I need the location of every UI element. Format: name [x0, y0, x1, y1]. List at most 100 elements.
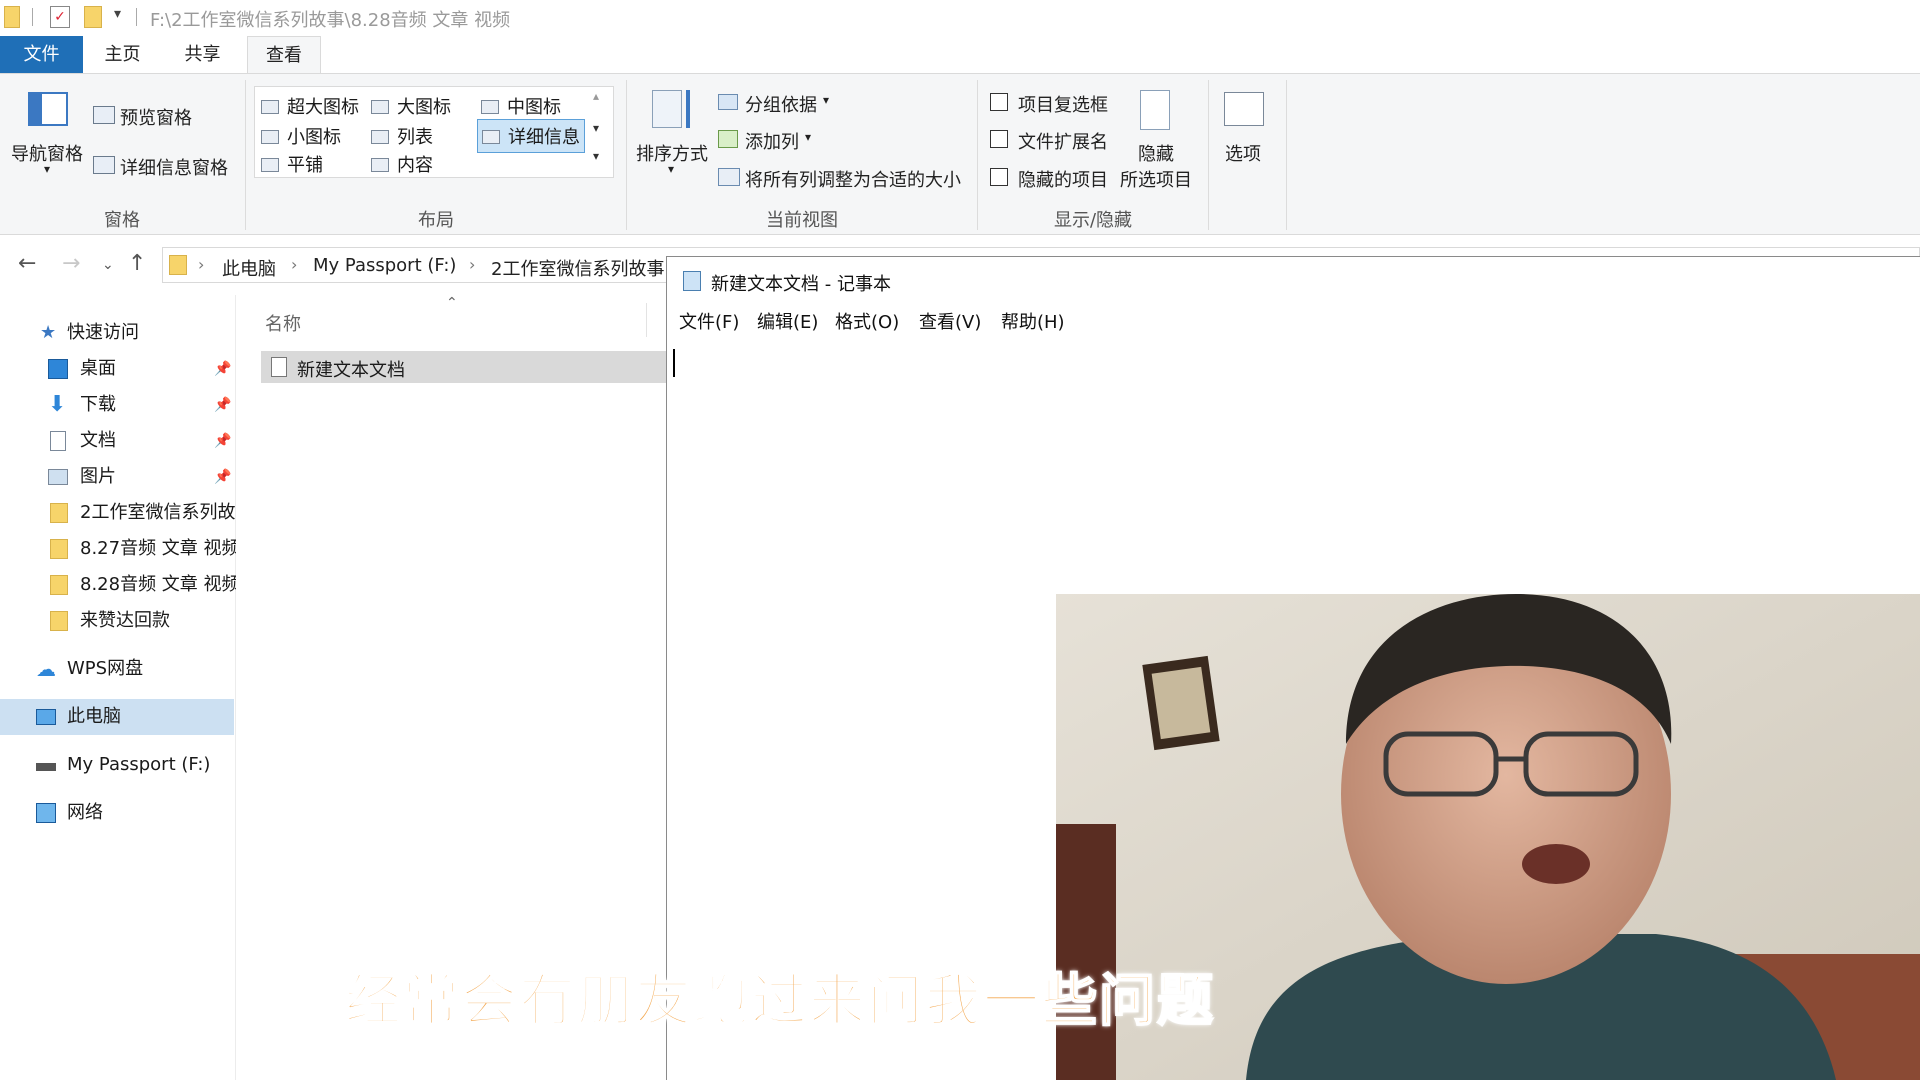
group-title-layout: 布局: [418, 210, 454, 231]
file-extensions-checkbox[interactable]: [990, 130, 1008, 148]
notepad-title: 新建文本文档 - 记事本: [711, 274, 891, 295]
column-header-name[interactable]: 名称: [265, 310, 301, 336]
star-icon: ★: [40, 322, 57, 343]
text-file-icon: [271, 357, 287, 377]
item-checkboxes-checkbox[interactable]: [990, 93, 1008, 111]
layout-medium-icons[interactable]: 中图标: [481, 93, 561, 119]
layout-extra-large-icons[interactable]: 超大图标: [261, 93, 359, 119]
preview-pane-button[interactable]: 预览窗格: [120, 104, 192, 130]
table-row[interactable]: 新建文本文档: [261, 351, 666, 383]
add-columns-icon: [718, 130, 738, 148]
list-icon: [371, 130, 389, 144]
gallery-scroll-down-icon[interactable]: ▾: [593, 121, 599, 135]
document-icon: [50, 431, 66, 451]
tab-home[interactable]: 主页: [90, 36, 155, 73]
notepad-icon: [683, 271, 701, 291]
forward-arrow-icon[interactable]: →: [62, 251, 80, 276]
divider: [32, 8, 33, 26]
add-columns-button[interactable]: 添加列: [745, 128, 799, 154]
menu-help[interactable]: 帮助(H): [1001, 308, 1065, 334]
divider: [1286, 80, 1287, 230]
menu-edit[interactable]: 编辑(E): [757, 308, 818, 334]
preview-pane-icon: [93, 106, 115, 124]
pin-icon: 📌: [214, 361, 232, 377]
tab-file[interactable]: 文件: [0, 36, 83, 73]
recent-locations-icon[interactable]: ⌄: [102, 257, 114, 273]
breadcrumb-folder[interactable]: 2工作室微信系列故事: [491, 255, 664, 281]
breadcrumb-separator[interactable]: ›: [291, 255, 297, 274]
picture-icon: [48, 469, 68, 485]
size-all-columns-button[interactable]: 将所有列调整为合适的大小: [745, 166, 961, 192]
column-divider[interactable]: [646, 303, 647, 337]
medium-icons-icon: [481, 100, 499, 114]
sidebar-item-folder[interactable]: 8.28音频 文章 视频: [0, 567, 240, 603]
sidebar-this-pc[interactable]: 此电脑: [0, 699, 234, 735]
options-button[interactable]: 选项: [1225, 140, 1261, 166]
gallery-expand-icon[interactable]: ▾: [593, 149, 599, 163]
menu-file[interactable]: 文件(F): [679, 308, 739, 334]
layout-gallery: 超大图标 大图标 中图标 小图标 列表 详细信息 平铺 内容 ▴ ▾ ▾: [254, 86, 614, 178]
hide-selected-label-1[interactable]: 隐藏: [1138, 140, 1174, 166]
window-title-bar: ✓ ▾ F:\2工作室微信系列故事\8.28音频 文章 视频: [0, 0, 1920, 36]
details-pane-icon: [93, 156, 115, 174]
sidebar-network[interactable]: 网络: [0, 795, 234, 831]
divider: [1208, 80, 1209, 230]
layout-tiles[interactable]: 平铺: [261, 151, 323, 177]
layout-details[interactable]: 详细信息: [477, 119, 585, 153]
layout-large-icons[interactable]: 大图标: [371, 93, 451, 119]
hide-selected-label-2[interactable]: 所选项目: [1120, 166, 1192, 192]
extra-large-icons-icon: [261, 100, 279, 114]
sidebar-wps-cloud[interactable]: ☁ WPS网盘: [0, 651, 234, 687]
breadcrumb-this-pc[interactable]: 此电脑: [222, 255, 276, 281]
network-icon: [36, 803, 56, 823]
group-title-show-hide: 显示/隐藏: [1053, 210, 1133, 231]
tab-share[interactable]: 共享: [170, 36, 235, 73]
menu-format[interactable]: 格式(O): [835, 308, 899, 334]
menu-bar: 文件(F) 编辑(E) 格式(O) 查看(V) 帮助(H): [667, 302, 1920, 336]
sidebar-item-documents[interactable]: 文档 📌: [0, 423, 234, 459]
customize-toolbar-icon[interactable]: ▾: [114, 6, 121, 22]
sidebar-item-downloads[interactable]: ⬇ 下载 📌: [0, 387, 234, 423]
video-subtitle: 经常会有朋友跑过来问我一些问题: [344, 968, 1215, 1035]
properties-icon[interactable]: ✓: [50, 6, 70, 28]
folder-icon: [169, 255, 187, 275]
menu-view[interactable]: 查看(V): [919, 308, 981, 334]
layout-list[interactable]: 列表: [371, 123, 433, 149]
group-by-icon: [718, 94, 738, 110]
back-arrow-icon[interactable]: ←: [18, 251, 36, 276]
hide-selected-icon[interactable]: [1140, 90, 1170, 130]
sidebar-quick-access[interactable]: ★ 快速访问: [0, 315, 234, 351]
chevron-down-icon[interactable]: ▾: [805, 130, 811, 144]
layout-small-icons[interactable]: 小图标: [261, 123, 341, 149]
layout-content[interactable]: 内容: [371, 151, 433, 177]
gallery-scroll-up-icon[interactable]: ▴: [593, 89, 599, 103]
hidden-items-label: 隐藏的项目: [1018, 170, 1108, 191]
details-pane-button[interactable]: 详细信息窗格: [120, 154, 228, 180]
sidebar-item-folder[interactable]: 来赞达回款: [0, 603, 234, 639]
new-folder-icon[interactable]: [84, 6, 102, 28]
chevron-down-icon[interactable]: ▾: [823, 93, 829, 107]
sidebar-item-folder[interactable]: 8.27音频 文章 视频: [0, 531, 240, 567]
item-checkboxes-label: 项目复选框: [1018, 95, 1108, 116]
chevron-down-icon[interactable]: ▾: [44, 162, 50, 176]
computer-icon: [36, 709, 56, 725]
size-columns-icon: [718, 168, 740, 186]
pin-icon: 📌: [214, 397, 232, 413]
sidebar-item-desktop[interactable]: 桌面 📌: [0, 351, 234, 387]
up-arrow-icon[interactable]: ↑: [128, 251, 146, 276]
sidebar-drive[interactable]: My Passport (F:): [0, 747, 234, 783]
hidden-items-checkbox[interactable]: [990, 168, 1008, 186]
options-icon[interactable]: [1224, 92, 1264, 126]
tab-view[interactable]: 查看: [247, 36, 321, 73]
sidebar-item-pictures[interactable]: 图片 📌: [0, 459, 234, 495]
navigation-pane-icon[interactable]: [28, 92, 68, 126]
breadcrumb-separator[interactable]: ›: [469, 255, 475, 274]
ribbon: 导航窗格 ▾ 预览窗格 详细信息窗格 窗格 超大图标 大图标 中图标 小图标 列…: [0, 73, 1920, 235]
breadcrumb-drive[interactable]: My Passport (F:): [313, 255, 456, 276]
breadcrumb-separator: ›: [198, 255, 205, 274]
sidebar-item-folder[interactable]: 2工作室微信系列故: [0, 495, 235, 531]
sort-by-icon[interactable]: [652, 90, 682, 128]
chevron-down-icon[interactable]: ▾: [668, 162, 674, 176]
group-by-button[interactable]: 分组依据: [745, 91, 817, 117]
group-title-current-view: 当前视图: [766, 210, 838, 231]
